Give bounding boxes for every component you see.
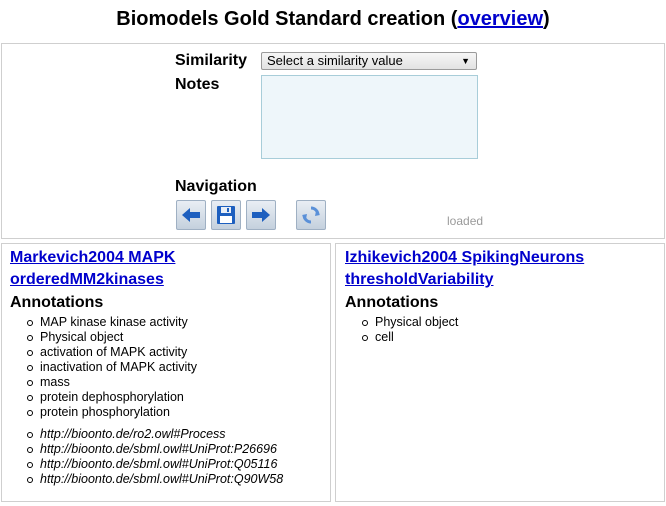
left-model-link[interactable]: Markevich2004 MAPK orderedMM2kinases [10, 247, 175, 291]
navigation-label: Navigation [175, 178, 257, 195]
right-annotations-heading: Annotations [345, 294, 439, 311]
list-item: protein dephosphorylation [18, 390, 197, 405]
left-uri-list: http://bioonto.de/ro2.owl#Process http:/… [18, 427, 283, 487]
left-model-title-line2: orderedMM2kinases [10, 271, 164, 288]
list-item: mass [18, 375, 197, 390]
overview-link[interactable]: overview [457, 8, 543, 30]
uri-item: http://bioonto.de/sbml.owl#UniProt:Q90W5… [18, 472, 283, 487]
similarity-select-value: Select a similarity value [267, 53, 403, 68]
refresh-icon [302, 206, 320, 224]
list-item: activation of MAPK activity [18, 345, 197, 360]
list-item: Physical object [18, 330, 197, 345]
notes-textarea[interactable] [261, 75, 478, 159]
page-title: Biomodels Gold Standard creation (overvi… [0, 6, 666, 32]
close-paren: ) [543, 8, 550, 30]
page-title-text: Biomodels Gold Standard creation [116, 8, 446, 30]
right-model-link[interactable]: Izhikevich2004 SpikingNeurons thresholdV… [345, 247, 584, 291]
status-text: loaded [447, 214, 484, 228]
similarity-select[interactable]: Select a similarity value ▼ [261, 52, 477, 70]
refresh-button[interactable] [296, 200, 326, 230]
right-model-title-line2: thresholdVariability [345, 271, 494, 288]
previous-button[interactable] [176, 200, 206, 230]
left-model-title-line1: Markevich2004 MAPK [10, 249, 176, 266]
save-button[interactable] [211, 200, 241, 230]
list-item: protein phosphorylation [18, 405, 197, 420]
left-annotations-list: MAP kinase kinase activity Physical obje… [18, 315, 197, 420]
list-item: cell [353, 330, 458, 345]
arrow-left-icon [182, 208, 200, 222]
floppy-disk-icon [217, 206, 235, 224]
dropdown-arrow-icon: ▼ [461, 56, 470, 66]
list-item: MAP kinase kinase activity [18, 315, 197, 330]
left-annotations-heading: Annotations [10, 294, 104, 311]
list-item: inactivation of MAPK activity [18, 360, 197, 375]
arrow-right-icon [252, 208, 270, 222]
uri-item: http://bioonto.de/sbml.owl#UniProt:Q0511… [18, 457, 283, 472]
uri-item: http://bioonto.de/ro2.owl#Process [18, 427, 283, 442]
right-annotations-list: Physical object cell [353, 315, 458, 345]
notes-label: Notes [175, 76, 220, 93]
uri-item: http://bioonto.de/sbml.owl#UniProt:P2669… [18, 442, 283, 457]
list-item: Physical object [353, 315, 458, 330]
similarity-label: Similarity [175, 52, 248, 69]
right-model-title-line1: Izhikevich2004 SpikingNeurons [345, 249, 585, 266]
next-button[interactable] [246, 200, 276, 230]
